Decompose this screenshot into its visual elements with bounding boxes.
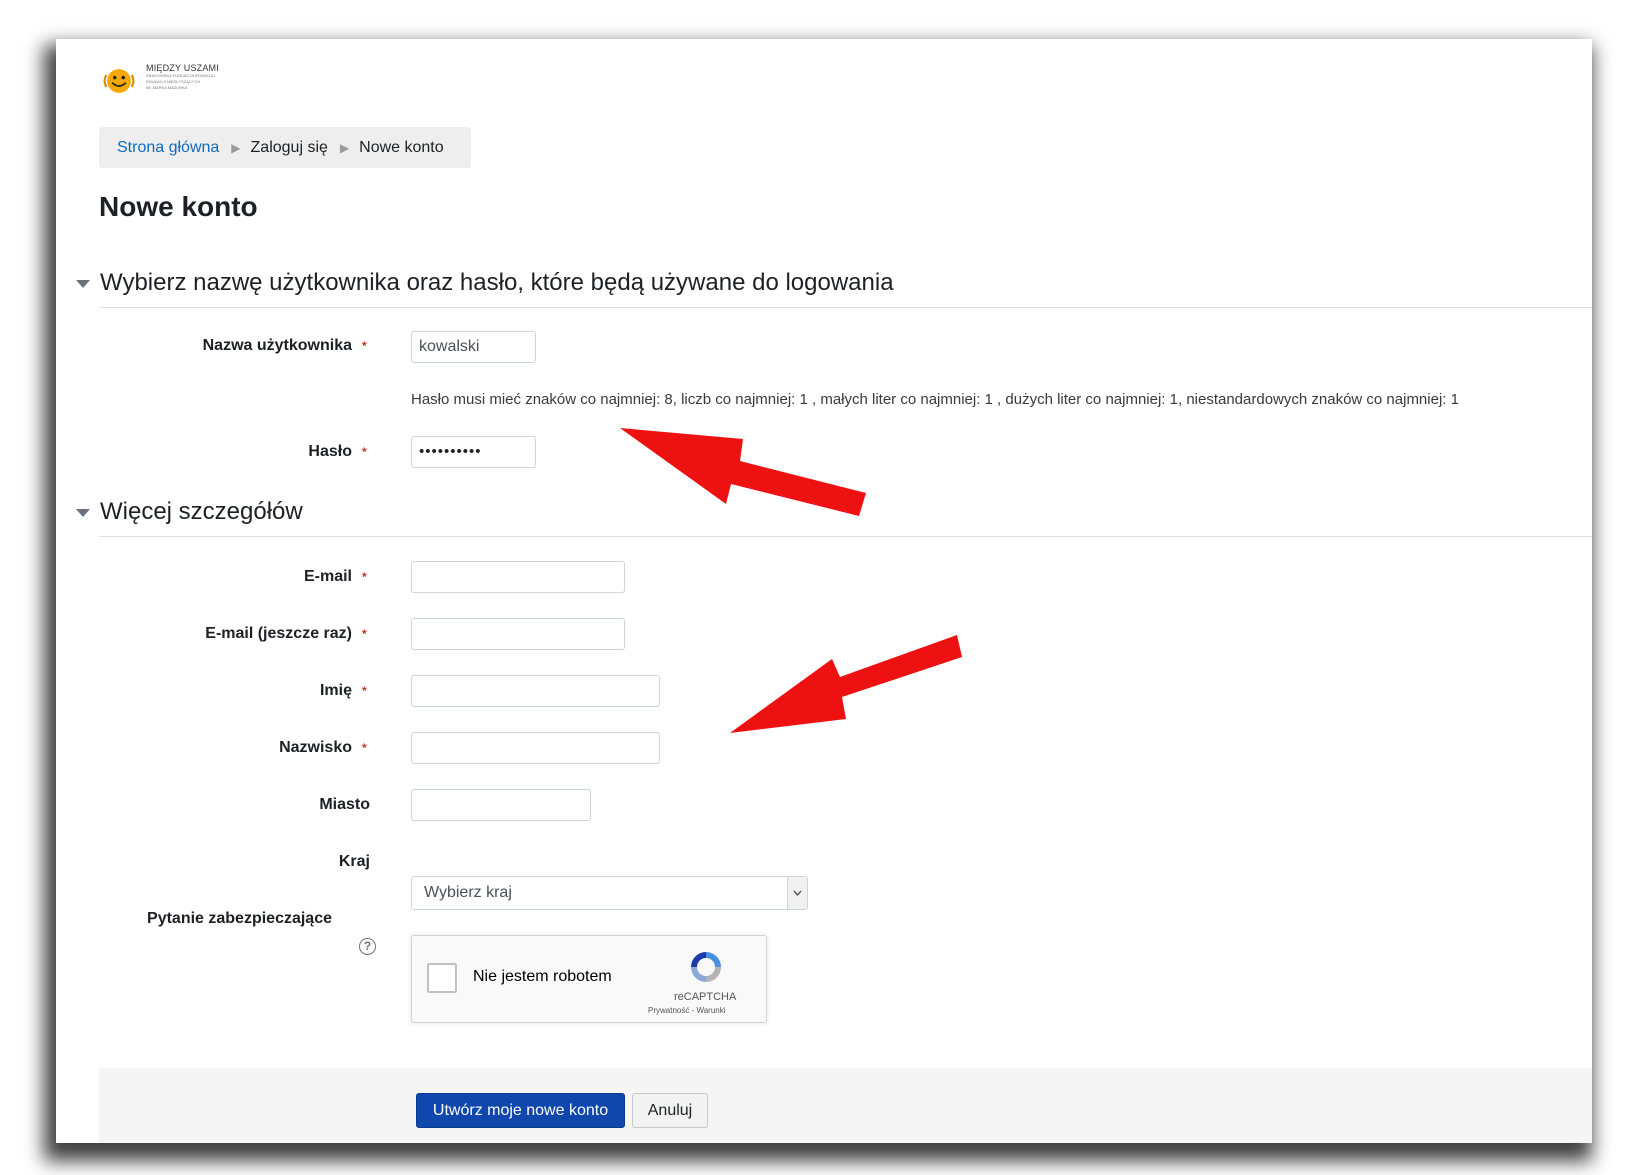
recaptcha-links[interactable]: Prywatność - Warunki xyxy=(648,1006,726,1015)
cancel-button[interactable]: Anuluj xyxy=(632,1093,708,1128)
logo-text: MIĘDZY USZAMI KRAKOWSKA FUNDACJA ROZWOJU… xyxy=(146,63,219,91)
site-logo[interactable]: MIĘDZY USZAMI KRAKOWSKA FUNDACJA ROZWOJU… xyxy=(102,61,219,101)
question-circle-icon[interactable]: ? xyxy=(359,938,376,955)
section-divider xyxy=(99,536,1592,537)
form-actions-bar xyxy=(99,1068,1592,1143)
firstname-label: Imię xyxy=(319,682,352,699)
required-icon: * xyxy=(362,684,367,698)
caret-down-icon xyxy=(76,509,90,517)
required-icon: * xyxy=(362,445,367,459)
required-icon: * xyxy=(362,627,367,641)
country-select[interactable]: Wybierz kraj xyxy=(411,876,808,910)
country-select-value: Wybierz kraj xyxy=(424,884,512,901)
recaptcha-logo-icon xyxy=(691,952,721,982)
username-input[interactable] xyxy=(411,331,536,363)
section-divider xyxy=(99,307,1592,308)
page-frame: MIĘDZY USZAMI KRAKOWSKA FUNDACJA ROZWOJU… xyxy=(56,39,1592,1143)
chevron-down-icon[interactable] xyxy=(787,877,807,909)
city-input[interactable] xyxy=(411,789,591,821)
section-title-credentials: Wybierz nazwę użytkownika oraz hasło, kt… xyxy=(100,269,894,296)
section-toggle-credentials[interactable]: Wybierz nazwę użytkownika oraz hasło, kt… xyxy=(76,269,894,297)
page-title: Nowe konto xyxy=(99,191,258,222)
country-label: Kraj xyxy=(338,853,370,870)
recaptcha-text: Nie jestem robotem xyxy=(473,968,612,985)
logo-subline: IM. MARKA MAZURKA xyxy=(146,85,188,90)
breadcrumb-current: Nowe konto xyxy=(359,138,444,156)
email-confirm-input[interactable] xyxy=(411,618,625,650)
red-arrow-icon xyxy=(730,635,962,733)
password-policy-hint: Hasło musi mieć znaków co najmniej: 8, l… xyxy=(411,391,1459,408)
password-label: Hasło xyxy=(308,443,352,460)
caret-down-icon xyxy=(76,280,90,288)
required-icon: * xyxy=(362,741,367,755)
lastname-input[interactable] xyxy=(411,732,660,764)
create-account-button[interactable]: Utwórz moje nowe konto xyxy=(416,1093,625,1128)
section-title-details: Więcej szczegółów xyxy=(100,498,303,525)
logo-title: MIĘDZY USZAMI xyxy=(146,63,219,73)
breadcrumb: Strona główna ▶ Zaloguj się ▶ Nowe konto xyxy=(99,127,471,168)
breadcrumb-home-link[interactable]: Strona główna xyxy=(117,139,219,157)
recaptcha-widget: Nie jestem robotem reCAPTCHA Prywatność … xyxy=(411,935,767,1023)
smiley-logo-icon xyxy=(103,69,135,93)
section-toggle-details[interactable]: Więcej szczegółów xyxy=(76,498,303,526)
recaptcha-brand: reCAPTCHA xyxy=(674,991,737,1003)
red-arrow-icon xyxy=(620,428,866,516)
email-input[interactable] xyxy=(411,561,625,593)
required-icon: * xyxy=(362,570,367,584)
captcha-label: Pytanie zabezpieczające xyxy=(147,910,332,927)
breadcrumb-login-link[interactable]: Zaloguj się xyxy=(251,139,328,157)
username-label: Nazwa użytkownika xyxy=(202,337,352,354)
email-label: E-mail xyxy=(303,568,352,585)
recaptcha-checkbox[interactable] xyxy=(427,963,457,993)
city-label: Miasto xyxy=(319,796,370,813)
password-input[interactable]: •••••••••• xyxy=(411,436,536,468)
breadcrumb-separator-icon: ▶ xyxy=(231,140,241,155)
required-icon: * xyxy=(362,339,367,353)
lastname-label: Nazwisko xyxy=(279,739,352,756)
email-confirm-label: E-mail (jeszcze raz) xyxy=(205,625,352,642)
firstname-input[interactable] xyxy=(411,675,660,707)
breadcrumb-separator-icon: ▶ xyxy=(339,140,350,155)
